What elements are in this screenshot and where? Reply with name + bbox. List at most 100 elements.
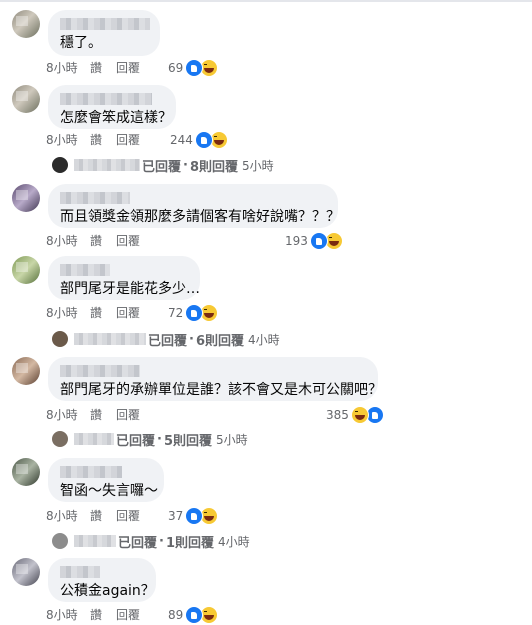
comment-bubble: 公積金again？: [48, 558, 156, 602]
reaction-count: 385: [326, 408, 349, 422]
reaction-count: 89: [168, 608, 184, 622]
avatar[interactable]: [12, 558, 40, 586]
comment-text: 部門尾牙是能花多少…: [60, 281, 200, 297]
view-replies-link[interactable]: 已回覆 · 8則回覆 5小時: [52, 156, 274, 175]
haha-icon: [350, 406, 369, 424]
reply-count: 8則回覆: [189, 159, 239, 175]
commenter-name-blurred[interactable]: [60, 93, 152, 105]
top-divider: [0, 0, 532, 2]
separator: ·: [159, 533, 164, 549]
reply-button[interactable]: 回覆: [116, 507, 140, 525]
reaction-count: 193: [285, 234, 308, 248]
replied-label: 已回覆: [142, 159, 182, 175]
avatar[interactable]: [12, 256, 40, 284]
commenter-name-blurred[interactable]: [60, 192, 130, 204]
replier-names-blurred: [74, 535, 116, 547]
avatar[interactable]: [12, 10, 40, 38]
reply-time: 4小時: [248, 332, 280, 347]
like-icon: [194, 131, 213, 149]
like-button[interactable]: 讚: [90, 59, 102, 77]
commenter-name-blurred[interactable]: [60, 466, 122, 478]
reply-button[interactable]: 回覆: [116, 304, 140, 322]
reaction-summary[interactable]: 244: [170, 131, 228, 149]
reply-button[interactable]: 回覆: [116, 406, 140, 424]
replier-avatar: [52, 157, 68, 173]
reply-time: 5小時: [242, 158, 274, 173]
view-replies-link[interactable]: 已回覆 · 1則回覆 4小時: [52, 532, 250, 551]
timestamp[interactable]: 8小時: [46, 131, 78, 149]
replier-names-blurred: [74, 333, 146, 345]
comment-bubble: 穩了。: [48, 10, 160, 56]
like-button[interactable]: 讚: [90, 406, 102, 424]
comment-bubble: 部門尾牙是能花多少…: [48, 256, 200, 300]
timestamp[interactable]: 8小時: [46, 507, 78, 525]
reaction-count: 72: [168, 306, 184, 320]
reply-count: 1則回覆: [165, 535, 215, 551]
like-icon: [185, 59, 204, 77]
avatar[interactable]: [12, 458, 40, 486]
avatar[interactable]: [12, 85, 40, 113]
comment-actions: 8小時 讚 回覆: [46, 406, 246, 424]
comment-text: 公積金again？: [60, 583, 155, 599]
replier-names-blurred: [74, 433, 114, 445]
separator: ·: [183, 157, 188, 173]
reaction-summary[interactable]: 72: [168, 304, 219, 322]
reply-button[interactable]: 回覆: [116, 131, 140, 149]
comment-bubble: 智函～失言囉～: [48, 458, 164, 502]
reaction-summary[interactable]: 37: [168, 507, 219, 525]
comment-text: 而且領獎金領那麼多請個客有啥好說嘴？？？: [60, 209, 340, 225]
replier-avatar: [52, 533, 68, 549]
reaction-summary[interactable]: 193: [285, 232, 343, 250]
reply-button[interactable]: 回覆: [116, 232, 140, 250]
separator: ·: [189, 331, 194, 347]
timestamp[interactable]: 8小時: [46, 59, 78, 77]
reaction-count: 37: [168, 509, 184, 523]
reaction-summary[interactable]: 89: [168, 606, 219, 624]
replied-label: 已回覆: [148, 333, 188, 349]
comment-text: 智函～失言囉～: [60, 483, 158, 499]
like-button[interactable]: 讚: [90, 606, 102, 624]
like-icon: [185, 304, 204, 322]
replier-names-blurred: [74, 159, 140, 171]
like-icon: [309, 232, 328, 250]
like-button[interactable]: 讚: [90, 507, 102, 525]
replied-label: 已回覆: [116, 433, 156, 449]
view-replies-link[interactable]: 已回覆 · 5則回覆 5小時: [52, 430, 248, 449]
comment-bubble: 部門尾牙的承辦單位是誰？該不會又是木可公關吧？: [48, 357, 382, 401]
reply-count: 5則回覆: [163, 433, 213, 449]
reply-time: 5小時: [216, 432, 248, 447]
separator: ·: [157, 431, 162, 447]
timestamp[interactable]: 8小時: [46, 606, 78, 624]
comment-text: 部門尾牙的承辦單位是誰？該不會又是木可公關吧？: [60, 382, 382, 398]
commenter-name-blurred[interactable]: [60, 264, 110, 276]
replied-label: 已回覆: [118, 535, 158, 551]
timestamp[interactable]: 8小時: [46, 406, 78, 424]
timestamp[interactable]: 8小時: [46, 232, 78, 250]
timestamp[interactable]: 8小時: [46, 304, 78, 322]
view-replies-link[interactable]: 已回覆 · 6則回覆 4小時: [52, 330, 280, 349]
avatar[interactable]: [12, 184, 40, 212]
comment-bubble: 而且領獎金領那麼多請個客有啥好說嘴？？？: [48, 184, 340, 228]
reply-button[interactable]: 回覆: [116, 606, 140, 624]
replier-avatar: [52, 431, 68, 447]
commenter-name-blurred[interactable]: [60, 18, 150, 30]
reply-count: 6則回覆: [195, 333, 245, 349]
avatar[interactable]: [12, 357, 40, 385]
replier-avatar: [52, 331, 68, 347]
reaction-count: 244: [170, 133, 193, 147]
reaction-summary[interactable]: 385: [326, 406, 384, 424]
reply-button[interactable]: 回覆: [116, 59, 140, 77]
like-button[interactable]: 讚: [90, 304, 102, 322]
like-button[interactable]: 讚: [90, 131, 102, 149]
comment-text: 怎麼會笨成這樣？: [60, 110, 172, 126]
reply-time: 4小時: [218, 534, 250, 549]
like-icon: [185, 507, 204, 525]
commenter-name-blurred[interactable]: [60, 566, 100, 578]
reaction-count: 69: [168, 61, 184, 75]
like-button[interactable]: 讚: [90, 232, 102, 250]
reaction-summary[interactable]: 69: [168, 59, 219, 77]
commenter-name-blurred[interactable]: [60, 365, 140, 377]
like-icon: [185, 606, 204, 624]
comment-text: 穩了。: [60, 35, 102, 51]
comment-actions: 8小時 讚 回覆: [46, 232, 246, 250]
